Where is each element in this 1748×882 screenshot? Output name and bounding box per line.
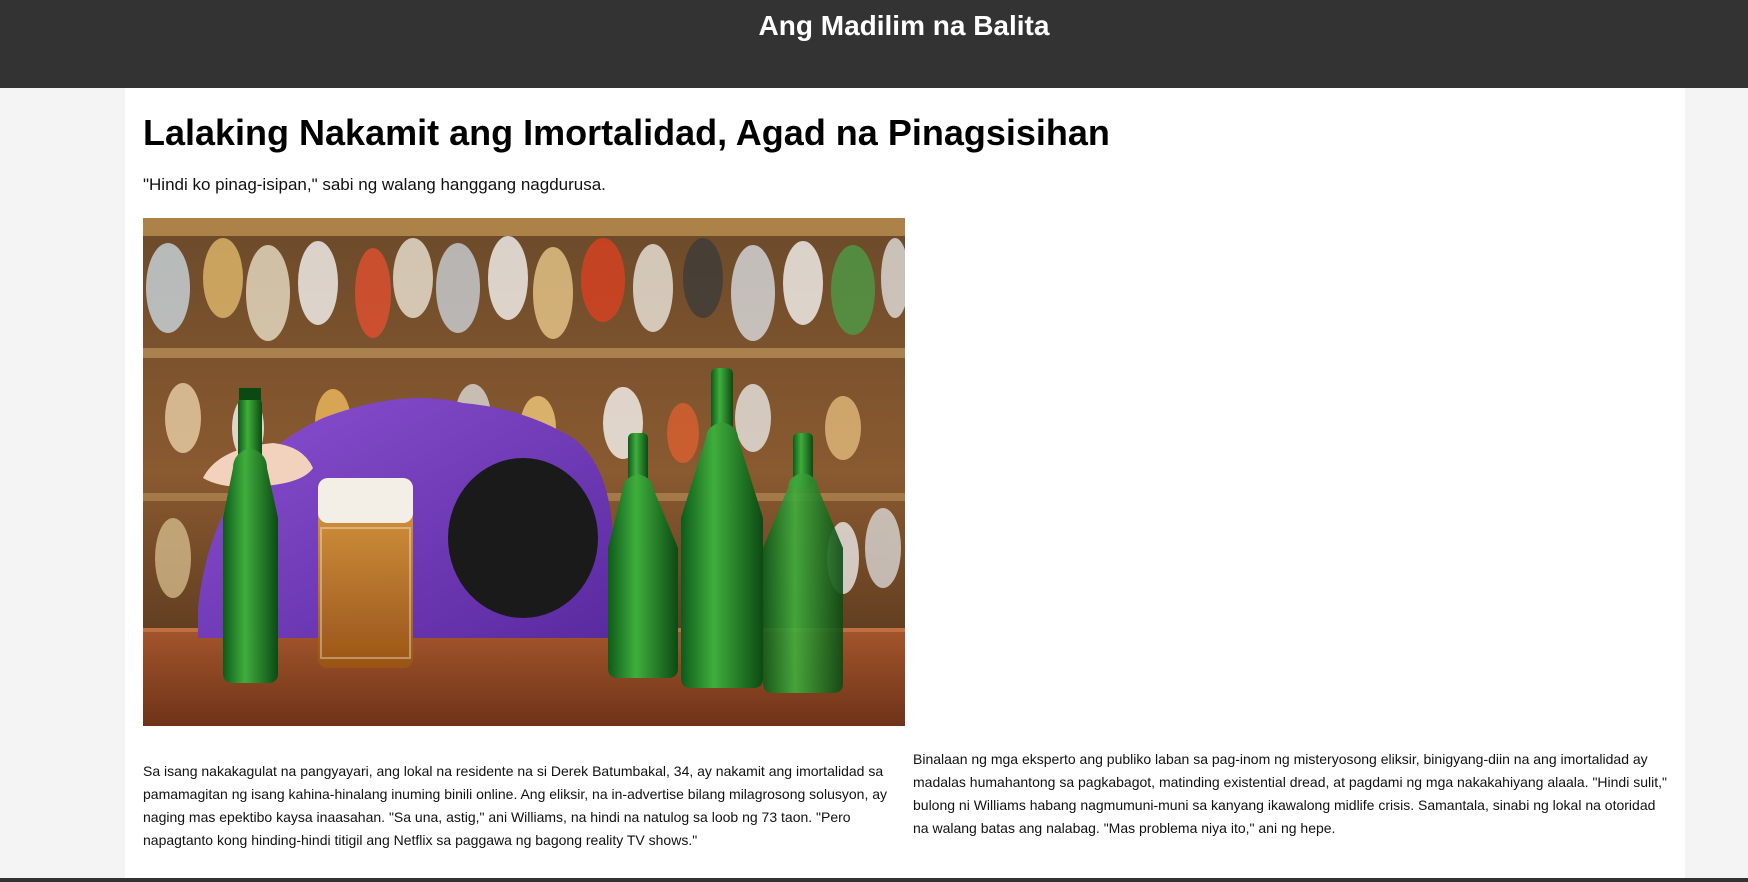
footer-divider — [0, 878, 1748, 882]
article-paragraph-2: Binalaan ng mga eksperto ang publiko lab… — [913, 751, 1667, 836]
article: Lalaking Nakamit ang Imortalidad, Agad n… — [125, 88, 1685, 878]
site-title[interactable]: Ang Madilim na Balita — [0, 10, 1748, 42]
article-subhead: "Hindi ko pinag-isipan," sabi ng walang … — [143, 175, 606, 194]
article-headline: Lalaking Nakamit ang Imortalidad, Agad n… — [143, 112, 1110, 153]
article-paragraph-1: Sa isang nakakagulat na pangyayari, ang … — [143, 763, 888, 848]
hero-image — [143, 218, 905, 726]
site-header: Ang Madilim na Balita — [0, 0, 1748, 88]
